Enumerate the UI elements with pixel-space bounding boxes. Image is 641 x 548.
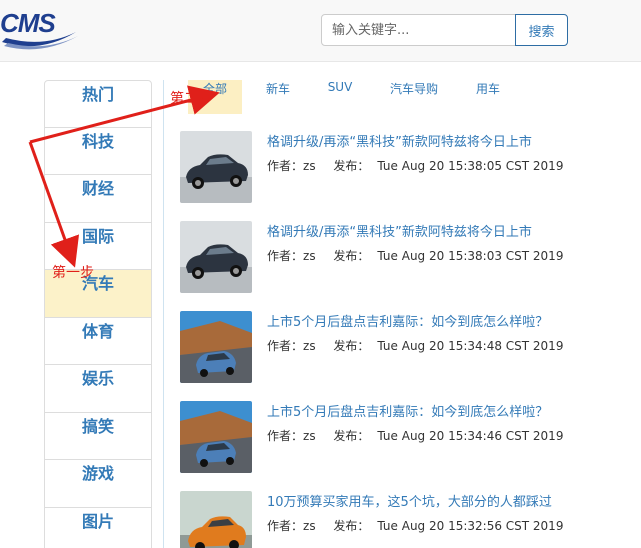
news-title[interactable]: 格调升级/再添“黑科技”新款阿特兹将今日上市 [267, 131, 532, 150]
news-title[interactable]: 格调升级/再添“黑科技”新款阿特兹将今日上市 [267, 221, 532, 240]
publish-label: 发布： [333, 519, 370, 533]
publish-date: Tue Aug 20 15:38:05 CST 2019 [377, 159, 564, 173]
search-button[interactable]: 搜索 [515, 14, 568, 46]
author-label: 作者：zs [267, 159, 316, 173]
step-two-label: 第二步 [170, 91, 212, 107]
mpv-thumbnail[interactable] [180, 401, 252, 473]
sidebar-item-pictures[interactable]: 图片 [44, 507, 152, 548]
sidebar-item-finance[interactable]: 财经 [44, 175, 152, 223]
news-meta: 作者：zs 发布： Tue Aug 20 15:34:46 CST 2019 [267, 427, 577, 444]
sedan-thumbnail[interactable] [180, 221, 252, 293]
publish-label: 发布： [333, 339, 370, 353]
sidebar-item-games[interactable]: 游戏 [44, 460, 152, 508]
publish-date: Tue Aug 20 15:32:56 CST 2019 [377, 519, 564, 533]
tab-suv[interactable]: SUV [320, 80, 360, 114]
sidebar-item-entertainment[interactable]: 娱乐 [44, 365, 152, 413]
category-sidebar: 热门 科技 财经 国际 汽车 体育 娱乐 搞笑 游戏 图片 [44, 80, 152, 548]
sedan-thumbnail[interactable] [180, 131, 252, 203]
publish-date: Tue Aug 20 15:38:03 CST 2019 [377, 249, 564, 263]
mpv-thumbnail[interactable] [180, 311, 252, 383]
news-item: 格调升级/再添“黑科技”新款阿特兹将今日上市 作者：zs 发布： Tue Aug … [180, 131, 620, 203]
news-meta: 作者：zs 发布： Tue Aug 20 15:38:05 CST 2019 [267, 157, 577, 174]
top-navbar: CMS 搜索 [0, 0, 641, 62]
news-item: 上市5个月后盘点吉利嘉际：如今到底怎么样啦？ 作者：zs 发布： Tue Aug … [180, 311, 620, 383]
news-item: 上市5个月后盘点吉利嘉际：如今到底怎么样啦？ 作者：zs 发布： Tue Aug … [180, 401, 620, 473]
sidebar-item-sports[interactable]: 体育 [44, 317, 152, 365]
news-meta: 作者：zs 发布： Tue Aug 20 15:34:48 CST 2019 [267, 337, 577, 354]
news-item: 格调升级/再添“黑科技”新款阿特兹将今日上市 作者：zs 发布： Tue Aug … [180, 221, 620, 293]
author-label: 作者：zs [267, 519, 316, 533]
news-title[interactable]: 10万预算买家用车，这5个坑，大部分的人都踩过 [267, 491, 552, 510]
author-label: 作者：zs [267, 429, 316, 443]
logo-text: CMS [0, 8, 56, 38]
news-title[interactable]: 上市5个月后盘点吉利嘉际：如今到底怎么样啦？ [267, 401, 548, 420]
step-one-label: 第一步 [52, 265, 94, 281]
publish-label: 发布： [333, 429, 370, 443]
sidebar-item-tech[interactable]: 科技 [44, 127, 152, 175]
sidebar-item-hot[interactable]: 热门 [44, 80, 152, 128]
sedan-photo-icon [180, 221, 252, 293]
publish-label: 发布： [333, 159, 370, 173]
author-label: 作者：zs [267, 249, 316, 263]
orange-car-thumbnail[interactable] [180, 491, 252, 548]
content-divider [163, 80, 164, 548]
sedan-photo-icon [180, 131, 252, 203]
tab-car-guide[interactable]: 汽车导购 [384, 80, 444, 114]
news-meta: 作者：zs 发布： Tue Aug 20 15:38:03 CST 2019 [267, 247, 577, 264]
mpv-road-photo-icon [180, 311, 252, 383]
tab-new-car[interactable]: 新车 [256, 80, 300, 114]
publish-date: Tue Aug 20 15:34:48 CST 2019 [377, 339, 564, 353]
news-meta: 作者：zs 发布： Tue Aug 20 15:32:56 CST 2019 [267, 517, 577, 534]
mpv-road-photo-icon [180, 401, 252, 473]
search-input[interactable] [321, 14, 516, 46]
orange-car-photo-icon [180, 491, 252, 548]
sidebar-item-funny[interactable]: 搞笑 [44, 412, 152, 460]
publish-label: 发布： [333, 249, 370, 263]
cms-logo[interactable]: CMS [0, 2, 80, 54]
news-title[interactable]: 上市5个月后盘点吉利嘉际：如今到底怎么样啦？ [267, 311, 548, 330]
author-label: 作者：zs [267, 339, 316, 353]
publish-date: Tue Aug 20 15:34:46 CST 2019 [377, 429, 564, 443]
tab-car-use[interactable]: 用车 [468, 80, 508, 114]
news-item: 10万预算买家用车，这5个坑，大部分的人都踩过 作者：zs 发布： Tue Aug… [180, 491, 620, 548]
